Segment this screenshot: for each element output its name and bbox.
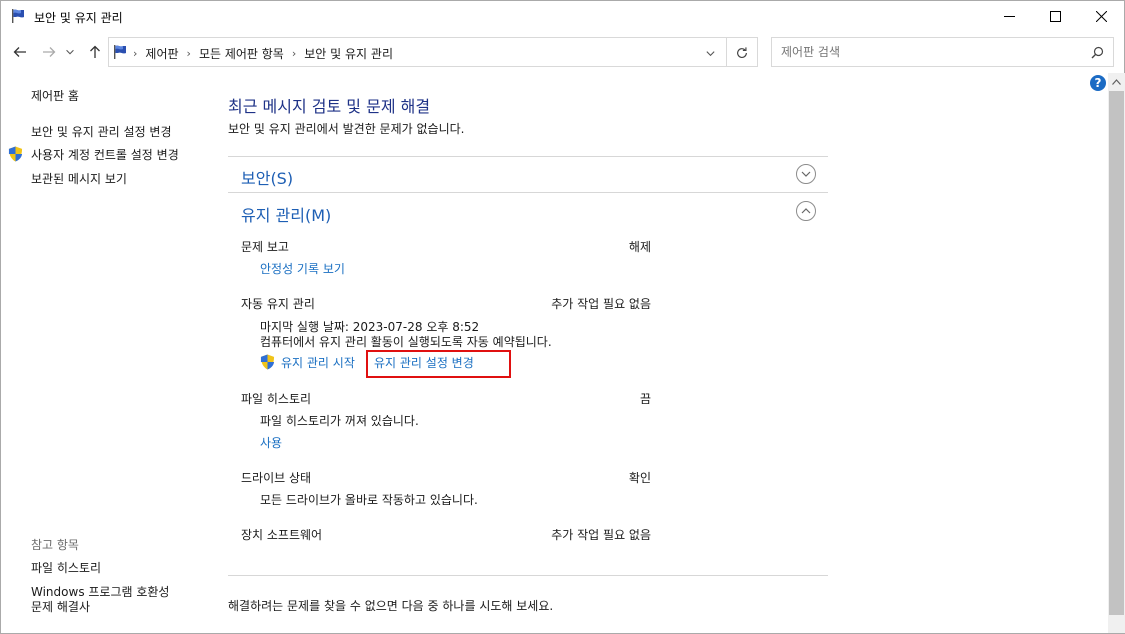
expand-security-button[interactable] (796, 164, 816, 184)
divider (228, 192, 828, 193)
recent-locations-button[interactable] (64, 42, 76, 62)
breadcrumb-item[interactable]: 보안 및 유지 관리 (304, 45, 393, 62)
drive-status-status: 확인 (628, 471, 651, 485)
chevron-down-icon (66, 49, 74, 55)
sidebar-link-home[interactable]: 제어판 홈 (31, 87, 79, 104)
security-section-header[interactable]: 보안(S) (241, 165, 293, 189)
device-software-status: 추가 작업 필요 없음 (551, 528, 651, 542)
up-button[interactable] (85, 42, 105, 62)
see-also-link-file-history[interactable]: 파일 히스토리 (31, 559, 101, 576)
auto-maintenance-label: 자동 유지 관리 (241, 297, 315, 311)
highlight-box (366, 350, 511, 378)
chevron-down-icon (801, 171, 811, 177)
address-bar[interactable]: › 제어판 › 모든 제어판 항목 › 보안 및 유지 관리 (108, 37, 758, 67)
start-maintenance-link[interactable]: 유지 관리 시작 (281, 354, 355, 371)
maintenance-section-header[interactable]: 유지 관리(M) (241, 202, 331, 226)
arrow-up-icon (90, 45, 100, 58)
arrow-right-icon (43, 47, 56, 57)
divider (228, 156, 828, 157)
vertical-scrollbar[interactable] (1108, 73, 1125, 633)
uac-shield-icon (260, 354, 275, 370)
breadcrumb: › 제어판 › 모든 제어판 항목 › 보안 및 유지 관리 (133, 45, 393, 62)
refresh-icon (737, 47, 747, 58)
maximize-button[interactable] (1032, 1, 1078, 32)
enable-file-history-link[interactable]: 사용 (260, 434, 282, 451)
search-input[interactable] (781, 45, 1081, 59)
divider (228, 575, 828, 576)
reliability-history-link[interactable]: 안정성 기록 보기 (260, 260, 345, 277)
close-button[interactable] (1078, 1, 1124, 32)
chevron-right-icon: › (133, 47, 138, 60)
address-dropdown-button[interactable] (701, 45, 719, 61)
problem-report-status: 해제 (628, 240, 651, 254)
auto-maintenance-description: 컴퓨터에서 유지 관리 활동이 실행되도록 자동 예약됩니다. (260, 335, 552, 349)
refresh-button[interactable] (733, 44, 751, 62)
sidebar-link-uac-settings[interactable]: 사용자 계정 컨트롤 설정 변경 (31, 146, 179, 163)
chevron-right-icon[interactable]: › (187, 47, 191, 60)
uac-shield-icon (8, 146, 23, 162)
forward-button[interactable] (39, 42, 59, 62)
troubleshoot-prompt: 해결하려는 문제를 찾을 수 없으면 다음 중 하나를 시도해 보세요. (228, 599, 554, 613)
back-button[interactable] (10, 42, 30, 62)
problem-report-label: 문제 보고 (241, 240, 289, 254)
minimize-button[interactable] (986, 1, 1032, 32)
see-also-heading: 참고 항목 (31, 538, 79, 552)
flag-icon (114, 45, 126, 59)
chevron-up-icon (1112, 78, 1121, 85)
sidebar: 제어판 홈 보안 및 유지 관리 설정 변경 사용자 계정 컨트롤 설정 변경 … (1, 73, 206, 633)
breadcrumb-item[interactable]: 제어판 (145, 45, 178, 62)
chevron-up-icon (801, 208, 811, 214)
sidebar-link-archived-messages[interactable]: 보관된 메시지 보기 (31, 170, 127, 187)
window-title: 보안 및 유지 관리 (34, 11, 123, 25)
chevron-right-icon[interactable]: › (292, 47, 296, 60)
title-bar: 보안 및 유지 관리 (1, 1, 1124, 33)
page-title: 최근 메시지 검토 및 문제 해결 (228, 97, 431, 116)
search-box[interactable] (771, 37, 1114, 67)
file-history-label: 파일 히스토리 (241, 392, 312, 406)
control-panel-window: 보안 및 유지 관리 › 제어판 › 모든 제어판 항목 › 보안 및 유지 관… (0, 0, 1125, 634)
search-icon (1091, 46, 1104, 59)
scroll-up-button[interactable] (1108, 73, 1125, 90)
file-history-detail: 파일 히스토리가 꺼져 있습니다. (260, 414, 419, 428)
drive-status-label: 드라이브 상태 (241, 471, 312, 485)
drive-status-detail: 모든 드라이브가 올바로 작동하고 있습니다. (260, 493, 478, 507)
close-icon (1095, 11, 1107, 22)
collapse-maintenance-button[interactable] (796, 201, 816, 221)
see-also-link-troubleshooter[interactable]: 문제 해결사 (31, 598, 90, 615)
scroll-thumb[interactable] (1109, 91, 1124, 615)
auto-maintenance-status: 추가 작업 필요 없음 (551, 297, 651, 311)
help-icon[interactable]: ? (1090, 75, 1106, 91)
divider (726, 38, 727, 66)
file-history-status: 끔 (639, 392, 651, 406)
arrow-left-icon (13, 47, 26, 57)
sidebar-link-change-settings[interactable]: 보안 및 유지 관리 설정 변경 (31, 123, 172, 140)
device-software-label: 장치 소프트웨어 (241, 528, 323, 542)
page-subtitle: 보안 및 유지 관리에서 발견한 문제가 없습니다. (228, 122, 465, 136)
maximize-icon (1049, 11, 1061, 22)
minimize-icon (1003, 16, 1015, 17)
flag-icon (12, 9, 24, 23)
breadcrumb-item[interactable]: 모든 제어판 항목 (199, 45, 284, 62)
navigation-bar: › 제어판 › 모든 제어판 항목 › 보안 및 유지 관리 (1, 33, 1124, 73)
chevron-down-icon (705, 50, 715, 56)
